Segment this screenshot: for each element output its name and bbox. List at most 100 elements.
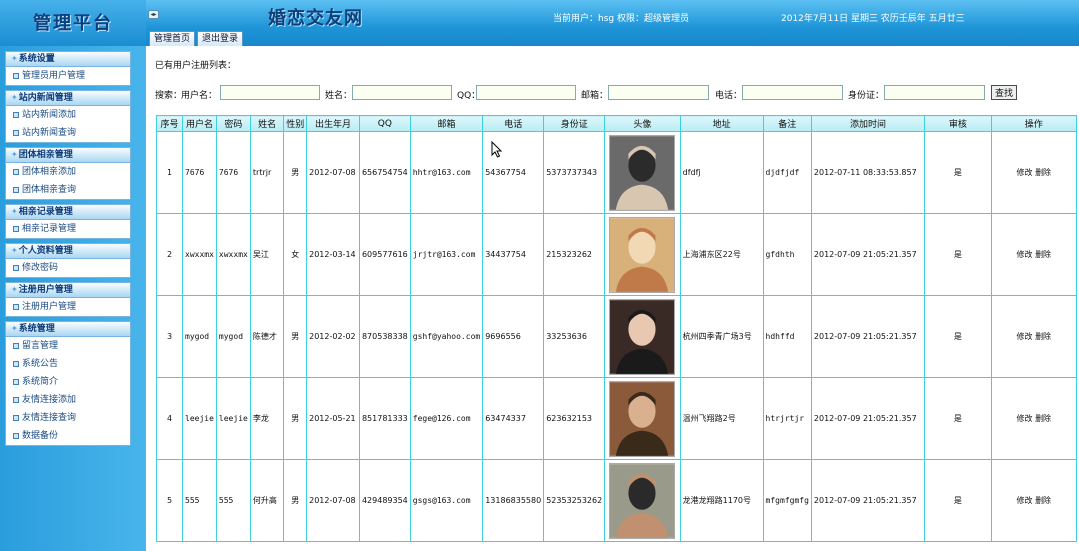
delete-link[interactable]: 删除: [1035, 414, 1051, 423]
username-cell: mygod: [182, 295, 217, 378]
edit-link[interactable]: 修改: [1017, 168, 1033, 177]
search-button[interactable]: 查找: [991, 85, 1017, 100]
sidebar-item-group-dating-add[interactable]: 团体相亲添加: [6, 163, 130, 181]
added-time-cell: 2012-07-11 08:33:53.857: [810, 131, 926, 214]
password-cell: mygod: [215, 295, 251, 378]
phone-cell: 13186835580: [482, 459, 545, 542]
phone-search-input[interactable]: [742, 85, 843, 100]
sidebar-item-system-intro[interactable]: 系统简介: [6, 373, 130, 391]
name-cell: trtrjr: [249, 131, 285, 214]
sidebar-item-news-query[interactable]: 站内新闻查询: [6, 124, 130, 142]
column-header: 序号: [155, 115, 184, 132]
edit-link[interactable]: 修改: [1017, 496, 1033, 505]
menu-group-header[interactable]: ✦相亲记录管理: [6, 205, 130, 220]
edit-link[interactable]: 修改: [1017, 414, 1033, 423]
password-cell: 7676: [215, 131, 251, 214]
sidebar-item-group-dating-query[interactable]: 团体相亲查询: [6, 181, 130, 199]
menu-group-title: 相亲记录管理: [18, 207, 73, 217]
email-cell: jrjtr@163.com: [409, 213, 484, 296]
column-header: 出生年月: [306, 115, 360, 132]
avatar-photo: [609, 216, 676, 293]
audit-cell: 是: [924, 459, 992, 542]
sidebar-item-label: 注册用户管理: [22, 302, 77, 312]
column-header: 审核: [924, 115, 992, 132]
sidebar-item-links-query[interactable]: 友情连接查询: [6, 409, 130, 427]
sidebar-item-label: 友情连接添加: [22, 395, 77, 405]
date-info: 2012年7月11日 星期三 农历壬辰年 五月廿三: [781, 14, 965, 24]
audit-cell: 是: [924, 377, 992, 460]
column-header: 姓名: [249, 115, 285, 132]
qq-search-input[interactable]: [476, 85, 576, 100]
table-header-row: 序号 用户名 密码 姓名 性别 出生年月 QQ 邮箱 电话 身份证 头像 地址 …: [155, 115, 1078, 132]
column-header: QQ: [358, 115, 411, 132]
menu-group-group-dating: ✦团体相亲管理 团体相亲添加 团体相亲查询: [5, 147, 131, 200]
idcard-cell: 623632153: [543, 377, 606, 460]
address-cell: 杭州四季青广场3号: [679, 295, 764, 378]
phone-cell: 9696556: [482, 295, 545, 378]
sidebar-item-admin-users[interactable]: 管理员用户管理: [6, 67, 130, 85]
menu-group-header[interactable]: ✦注册用户管理: [6, 283, 130, 298]
address-cell: 龙港龙翔路1170号: [679, 459, 764, 542]
birth-date-cell: 2012-05-21: [306, 377, 360, 460]
sidebar-item-data-backup[interactable]: 数据备份: [6, 427, 130, 445]
edit-link[interactable]: 修改: [1017, 250, 1033, 259]
added-time-cell: 2012-07-09 21:05:21.357: [810, 213, 926, 296]
menu-group-header[interactable]: ✦系统管理: [6, 322, 130, 337]
sidebar-item-messages[interactable]: 留言管理: [6, 337, 130, 355]
sidebar-toggle-button[interactable]: ◂▸: [148, 10, 159, 19]
address-cell: dfdfj: [679, 131, 764, 214]
remark-cell: htrjrtjr: [762, 377, 812, 460]
avatar-cell: [604, 459, 681, 542]
sidebar-item-label: 系统公告: [22, 359, 59, 369]
sidebar-item-label: 系统简介: [22, 377, 59, 387]
menu-group-header[interactable]: ✦站内新闻管理: [6, 91, 130, 106]
sidebar-item-links-add[interactable]: 友情连接添加: [6, 391, 130, 409]
username-search-input[interactable]: [220, 85, 320, 100]
name-search-input[interactable]: [352, 85, 452, 100]
idcard-cell: 33253636: [543, 295, 606, 378]
avatar-cell: [604, 131, 681, 214]
added-time-cell: 2012-07-09 21:05:21.357: [810, 295, 926, 378]
table-row: 1 7676 7676 trtrjr 男 2012-07-08 656754754 hhtr@…: [155, 131, 1078, 214]
search-prefix-label: 搜索：: [155, 91, 183, 101]
remark-cell: djdfjdf: [762, 131, 812, 214]
gender-cell: 男: [283, 295, 308, 378]
delete-link[interactable]: 删除: [1035, 496, 1051, 505]
delete-link[interactable]: 删除: [1035, 250, 1051, 259]
edit-link[interactable]: 修改: [1017, 332, 1033, 341]
row-number-cell: 3: [155, 295, 184, 378]
idcard-cell: 215323262: [543, 213, 606, 296]
tab-logout[interactable]: 退出登录: [197, 31, 244, 46]
bullet-icon: [13, 112, 19, 118]
row-number-cell: 1: [155, 131, 184, 214]
phone-cell: 34437754: [482, 213, 545, 296]
star-icon: ✦: [11, 54, 18, 63]
gender-cell: 男: [283, 377, 308, 460]
sidebar-item-registered-users[interactable]: 注册用户管理: [6, 298, 130, 316]
menu-group-news: ✦站内新闻管理 站内新闻添加 站内新闻查询: [5, 90, 131, 143]
site-title: 婚恋交友网: [268, 8, 363, 29]
idcard-cell: 52353253262: [543, 459, 606, 542]
email-search-input[interactable]: [608, 85, 709, 100]
bullet-icon: [13, 433, 19, 439]
avatar-cell: [604, 295, 681, 378]
birth-date-cell: 2012-07-08: [306, 459, 360, 542]
bullet-icon: [13, 379, 19, 385]
menu-group-header[interactable]: ✦团体相亲管理: [6, 148, 130, 163]
idcard-search-input[interactable]: [884, 85, 985, 100]
email-cell: gshf@yahoo.com: [409, 295, 484, 378]
sidebar-item-change-password[interactable]: 修改密码: [6, 259, 130, 277]
password-cell: 555: [215, 459, 251, 542]
delete-link[interactable]: 删除: [1035, 168, 1051, 177]
delete-link[interactable]: 删除: [1035, 332, 1051, 341]
menu-group-header[interactable]: ✦系统设置: [6, 52, 130, 67]
gender-cell: 女: [283, 213, 308, 296]
sidebar-item-announcements[interactable]: 系统公告: [6, 355, 130, 373]
sidebar-item-dating-records[interactable]: 相亲记录管理: [6, 220, 130, 238]
username-cell: 555: [182, 459, 217, 542]
tab-admin-home[interactable]: 管理首页: [149, 31, 196, 46]
sidebar-item-news-add[interactable]: 站内新闻添加: [6, 106, 130, 124]
sidebar-item-label: 友情连接查询: [22, 413, 77, 423]
menu-group-system-admin: ✦系统管理 留言管理 系统公告 系统简介 友情连接添加 友情连接查询 数据备份: [5, 321, 131, 446]
menu-group-header[interactable]: ✦个人资料管理: [6, 244, 130, 259]
